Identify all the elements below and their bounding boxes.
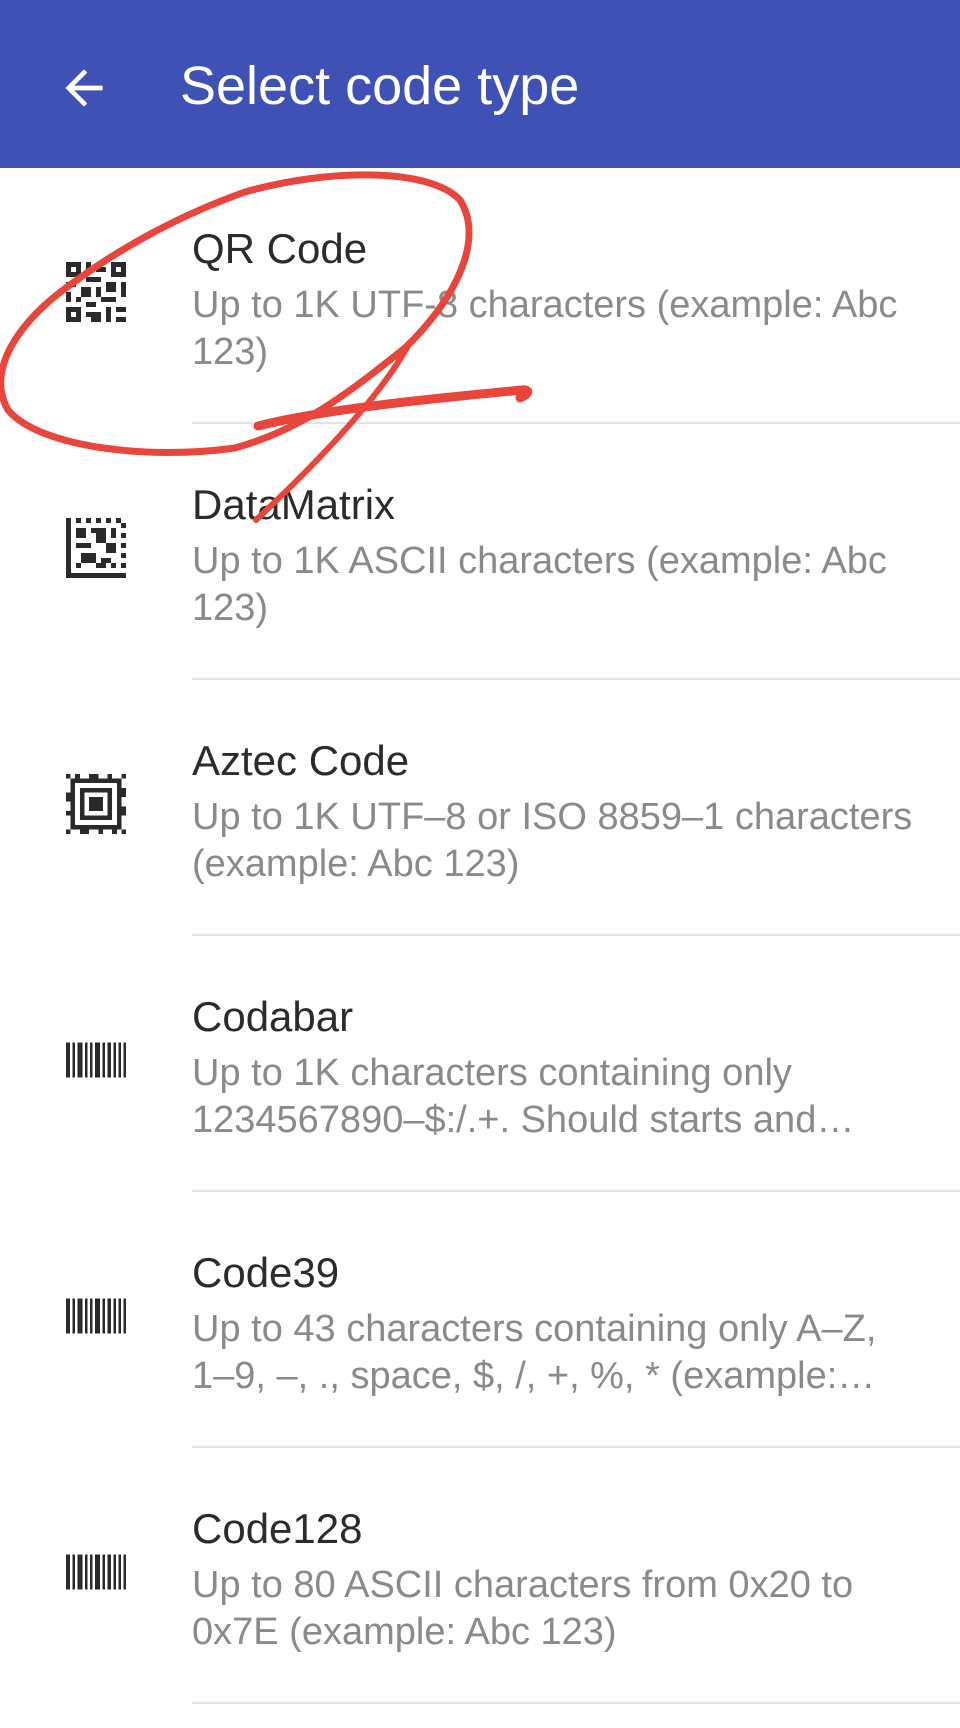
list-item-codabar[interactable]: Codabar Up to 1K characters containing o… xyxy=(0,936,960,1192)
item-title: Code39 xyxy=(192,1249,340,1296)
barcode-icon xyxy=(66,1030,126,1090)
item-description: Up to 1K characters containing only 1234… xyxy=(192,1052,855,1141)
list-item-aztec-code[interactable]: Aztec Code Up to 1K UTF–8 or ISO 8859–1 … xyxy=(0,680,960,936)
datamatrix-icon xyxy=(66,518,126,578)
item-description: Up to 1K ASCII characters (example: Abc … xyxy=(192,540,887,629)
item-description: Up to 1K UTF–8 or ISO 8859–1 characters … xyxy=(192,796,913,885)
app-bar: Select code type xyxy=(0,0,960,168)
list-item-code128[interactable]: Code128 Up to 80 ASCII characters from 0… xyxy=(0,1448,960,1704)
qr-code-icon xyxy=(66,262,126,322)
item-description: Up to 1K UTF-8 characters (example: Abc … xyxy=(192,284,898,373)
item-title: Code128 xyxy=(192,1505,363,1552)
barcode-icon xyxy=(66,1286,126,1346)
list-item-qr-code[interactable]: QR Code Up to 1K UTF-8 characters (examp… xyxy=(0,168,960,424)
item-title: QR Code xyxy=(192,225,368,272)
divider xyxy=(192,1702,960,1704)
list-item-code39[interactable]: Code39 Up to 43 characters containing on… xyxy=(0,1192,960,1448)
page-title: Select code type xyxy=(180,56,580,116)
item-title: Aztec Code xyxy=(192,737,410,784)
item-description: Up to 80 ASCII characters from 0x20 to 0… xyxy=(192,1564,854,1653)
barcode-icon xyxy=(66,1542,126,1602)
code-type-list: QR Code Up to 1K UTF-8 characters (examp… xyxy=(0,168,960,1704)
aztec-code-icon xyxy=(66,774,126,834)
back-button[interactable] xyxy=(36,40,132,136)
item-description: Up to 43 characters containing only A–Z,… xyxy=(192,1308,877,1397)
arrow-left-icon xyxy=(65,69,103,107)
item-title: Codabar xyxy=(192,993,354,1040)
list-item-datamatrix[interactable]: DataMatrix Up to 1K ASCII characters (ex… xyxy=(0,424,960,680)
item-title: DataMatrix xyxy=(192,481,396,528)
